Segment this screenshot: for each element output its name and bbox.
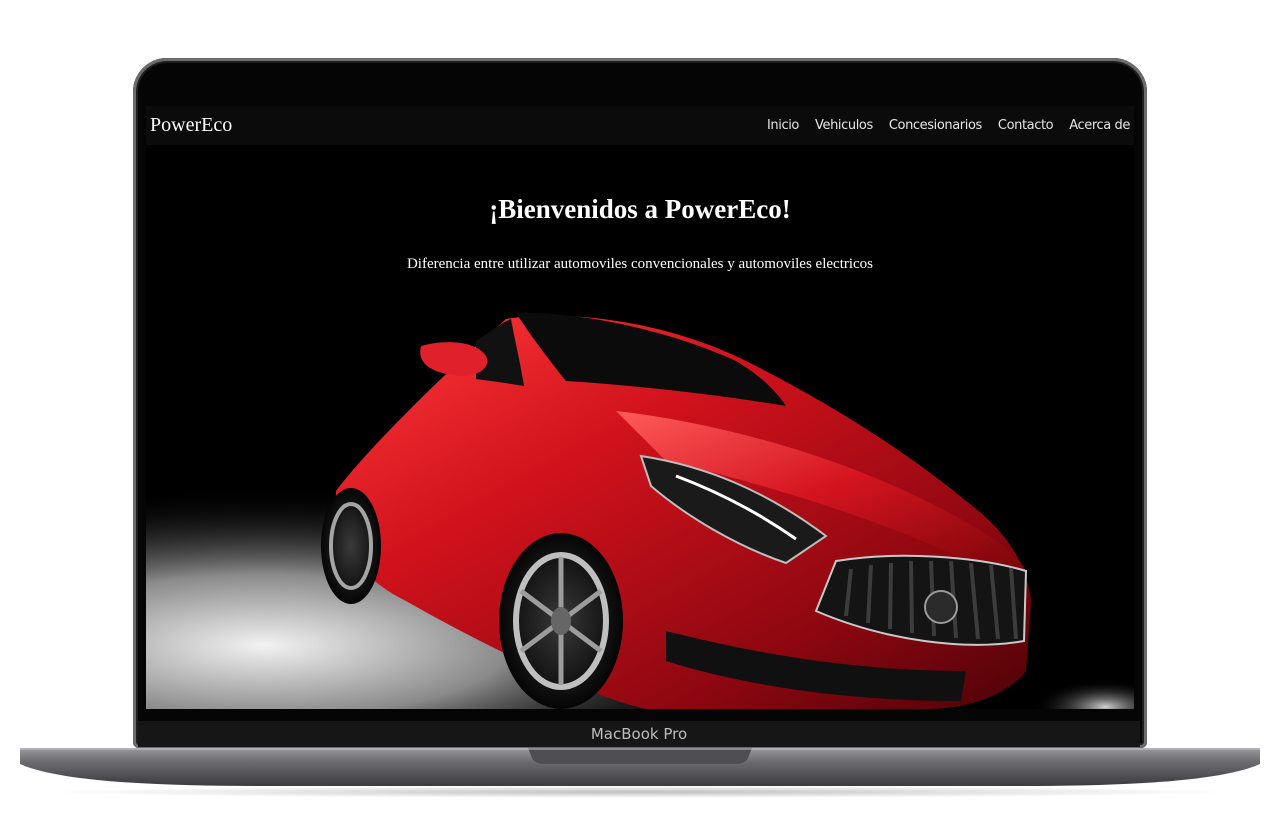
- nav-link-acerca-de[interactable]: Acerca de: [1069, 118, 1130, 133]
- hero-title: ¡Bienvenidos a PowerEco!: [489, 194, 791, 224]
- laptop-base: [20, 748, 1260, 786]
- brand-logo-link[interactable]: PowerEco: [150, 114, 232, 137]
- nav-links: Inicio Vehiculos Concesionarios Contacto…: [767, 118, 1130, 133]
- laptop-shadow: [40, 786, 1240, 798]
- nav-link-vehiculos[interactable]: Vehiculos: [815, 118, 873, 133]
- laptop-hinge: MacBook Pro: [138, 721, 1140, 747]
- navbar: PowerEco Inicio Vehiculos Concesionarios…: [146, 106, 1134, 145]
- device-label: MacBook Pro: [590, 725, 688, 743]
- browser-screen: PowerEco Inicio Vehiculos Concesionarios…: [146, 106, 1134, 709]
- nav-link-concesionarios[interactable]: Concesionarios: [889, 118, 982, 133]
- hero-car-image: [146, 301, 1134, 709]
- nav-link-inicio[interactable]: Inicio: [767, 118, 799, 133]
- nav-link-contacto[interactable]: Contacto: [998, 118, 1054, 133]
- hero-subtitle: Diferencia entre utilizar automoviles co…: [406, 256, 874, 272]
